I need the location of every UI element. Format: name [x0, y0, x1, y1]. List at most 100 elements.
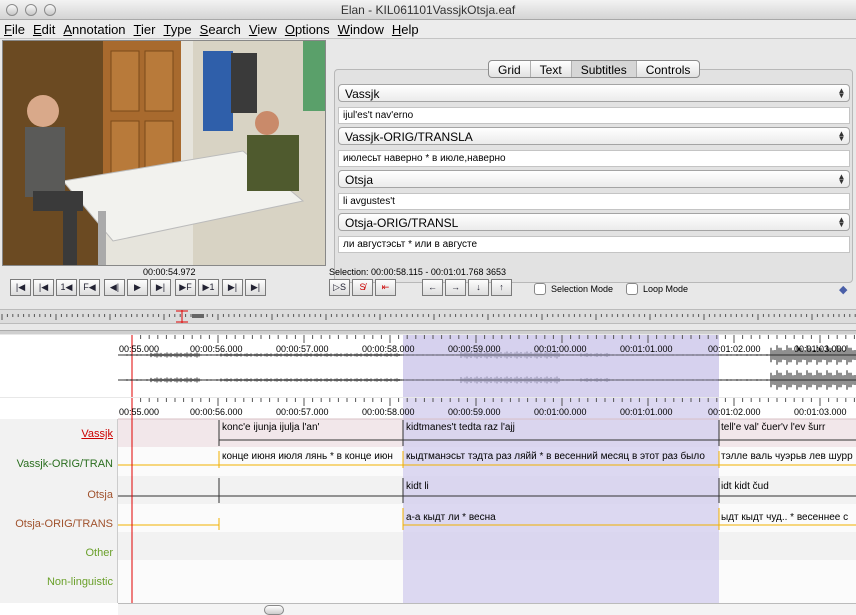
tab-grid[interactable]: Grid [489, 61, 531, 77]
time-tick: 00:01:03.000 [794, 407, 847, 417]
tier-label-otsja-orig[interactable]: Otsja-ORIG/TRANS [15, 518, 113, 530]
annotation[interactable]: а-а кыдт ли * весна [406, 512, 716, 523]
overview-ruler[interactable] [0, 309, 856, 324]
step-back-frame-button[interactable]: F◀ [79, 279, 100, 296]
annotation[interactable]: konc'e ijunja ijulja l'an' [222, 422, 400, 433]
time-tick: 00:00:56.000 [190, 344, 243, 354]
loop-mode-label: Loop Mode [643, 284, 689, 294]
updown-arrow-icon: ▲ ▼ [837, 215, 846, 229]
annotation[interactable]: кыдтманэсьт тэдта раз ляйй * в весенний … [406, 451, 718, 462]
annotation[interactable]: ыдт кыдт чуд.. * весеннее с [721, 512, 856, 523]
select-value: Vassjk [345, 87, 380, 101]
subtitle-text-1: ijul'es't nav'erno [338, 107, 850, 124]
time-tick: 00:55.000 [119, 407, 160, 417]
video-frame [3, 41, 325, 265]
previous-annotation-button[interactable]: ← [422, 279, 443, 296]
annotation[interactable]: тэлле валь чуэрьв лев шурр [721, 451, 856, 462]
previous-pixel-button[interactable]: ◀| [104, 279, 125, 296]
timeline-viewer[interactable]: 00:55.000 00:00:56.000 00:00:57.000 00:0… [0, 398, 856, 615]
time-tick: 00:00:57.000 [276, 344, 329, 354]
viewer-tabs: Grid Text Subtitles Controls [488, 60, 701, 78]
selection-mode-label: Selection Mode [551, 284, 614, 294]
select-value: Otsja [345, 173, 374, 187]
time-tick: 00:00:58.000 [362, 407, 415, 417]
menu-view[interactable]: View [249, 22, 277, 37]
time-tick: 00:01:00.000 [534, 407, 587, 417]
annotation-above-button[interactable]: ↑ [491, 279, 512, 296]
clear-selection-button[interactable]: S̸ [352, 279, 373, 296]
annotation-below-button[interactable]: ↓ [468, 279, 489, 296]
menu-type[interactable]: Type [163, 22, 191, 37]
subtitle-tier-select-4[interactable]: Otsja-ORIG/TRANSL ▲ ▼ [338, 213, 850, 231]
waveform-viewer[interactable]: 00:55.000 00:00:56.000 00:00:57.000 00:0… [0, 335, 856, 397]
time-tick: 00:01:02.000 [708, 407, 761, 417]
menu-options[interactable]: Options [285, 22, 330, 37]
go-to-end-button[interactable]: ▶| [245, 279, 266, 296]
next-annotation-button[interactable]: → [445, 279, 466, 296]
updown-arrow-icon: ▲ ▼ [837, 129, 846, 143]
selection-readout: Selection: 00:00:58.115 - 00:01:01.768 3… [329, 267, 506, 277]
menu-help[interactable]: Help [392, 22, 419, 37]
subtitle-text-3: li avgustes't [338, 193, 850, 210]
menu-file[interactable]: File [4, 22, 25, 37]
select-value: Otsja-ORIG/TRANSL [345, 216, 459, 230]
time-tick: 00:01:02.000 [708, 344, 761, 354]
overview-ruler-ticks [1, 310, 856, 323]
subtitle-tier-select-2[interactable]: Vassjk-ORIG/TRANSLA ▲ ▼ [338, 127, 850, 145]
step-forward-frame-button[interactable]: ▶F [175, 279, 196, 296]
title-bar: Elan - KIL061101VassjkOtsja.eaf [0, 0, 856, 20]
tier-label-non-linguistic[interactable]: Non-linguistic [47, 576, 113, 588]
tier-label-otsja[interactable]: Otsja [87, 489, 113, 501]
menu-window[interactable]: Window [338, 22, 384, 37]
step-forward-second-button[interactable]: ▶1 [198, 279, 219, 296]
menu-bar: File Edit Annotation Tier Type Search Vi… [0, 20, 856, 39]
tab-subtitles[interactable]: Subtitles [571, 61, 637, 77]
subtitle-tier-select-1[interactable]: Vassjk ▲ ▼ [338, 84, 850, 102]
play-selection-button[interactable]: ▷S [329, 279, 350, 296]
elan-window: Elan - KIL061101VassjkOtsja.eaf File Edi… [0, 0, 856, 615]
tier-label-vassjk[interactable]: Vassjk [81, 428, 113, 440]
menu-edit[interactable]: Edit [33, 22, 55, 37]
scrollbar-thumb[interactable] [264, 605, 284, 615]
annotation[interactable]: kidt li [406, 481, 716, 492]
updown-arrow-icon: ▲ ▼ [837, 86, 846, 100]
tier-label-column: Vassjk Vassjk-ORIG/TRAN Otsja Otsja-ORIG… [0, 419, 118, 603]
tab-controls[interactable]: Controls [637, 61, 700, 77]
next-scrollview-button[interactable]: ▶| [222, 279, 243, 296]
updown-arrow-icon: ▲ ▼ [837, 172, 846, 186]
go-to-begin-button[interactable]: |◀ [10, 279, 31, 296]
splitter-handle[interactable] [0, 330, 856, 334]
step-back-second-button[interactable]: 1◀ [56, 279, 77, 296]
annotation[interactable]: tell'e val' čuer'v l'ev šurr [721, 422, 856, 433]
annotation[interactable]: idt kidt čud [721, 481, 856, 492]
loop-mode-checkbox[interactable] [626, 283, 638, 295]
time-tick: 00:01:00.000 [534, 344, 587, 354]
window-title: Elan - KIL061101VassjkOtsja.eaf [340, 3, 516, 17]
tab-text[interactable]: Text [531, 61, 572, 77]
subtitle-tier-select-3[interactable]: Otsja ▲ ▼ [338, 170, 850, 188]
annotation[interactable]: kidtmanes't tedta raz l'ajj [406, 422, 716, 433]
time-tick: 00:00:58.000 [362, 344, 415, 354]
select-value: Vassjk-ORIG/TRANSLA [345, 130, 473, 144]
menu-annotation[interactable]: Annotation [63, 22, 125, 37]
next-pixel-button[interactable]: ▶| [150, 279, 171, 296]
time-tick: 00:01:01.000 [620, 407, 673, 417]
time-tick: 00:00:59.000 [448, 407, 501, 417]
selection-mode-checkbox[interactable] [534, 283, 546, 295]
video-player[interactable] [2, 40, 326, 266]
annotation[interactable]: конце июня июля лянь * в конце июн [222, 451, 402, 462]
previous-scrollview-button[interactable]: |◀ [33, 279, 54, 296]
time-tick: 00:00:57.000 [276, 407, 329, 417]
time-tick: 00:01:01.000 [620, 344, 673, 354]
menu-search[interactable]: Search [200, 22, 241, 37]
timeline-horizontal-scrollbar[interactable] [118, 603, 856, 615]
tier-label-vassjk-orig[interactable]: Vassjk-ORIG/TRAN [17, 458, 113, 470]
menu-tier[interactable]: Tier [134, 22, 156, 37]
volume-slider-icon[interactable]: ◆ [839, 283, 847, 296]
subtitle-text-2: июлесьт наверно * в июле,наверно [338, 150, 850, 167]
time-tick: 00:01:03.000 [794, 344, 847, 354]
selection-boundary-button[interactable]: ⇤ [375, 279, 396, 296]
subtitle-text-4: ли августэсьт * или в августе [338, 236, 850, 253]
tier-label-other[interactable]: Other [85, 547, 113, 559]
play-button[interactable]: ▶ [127, 279, 148, 296]
